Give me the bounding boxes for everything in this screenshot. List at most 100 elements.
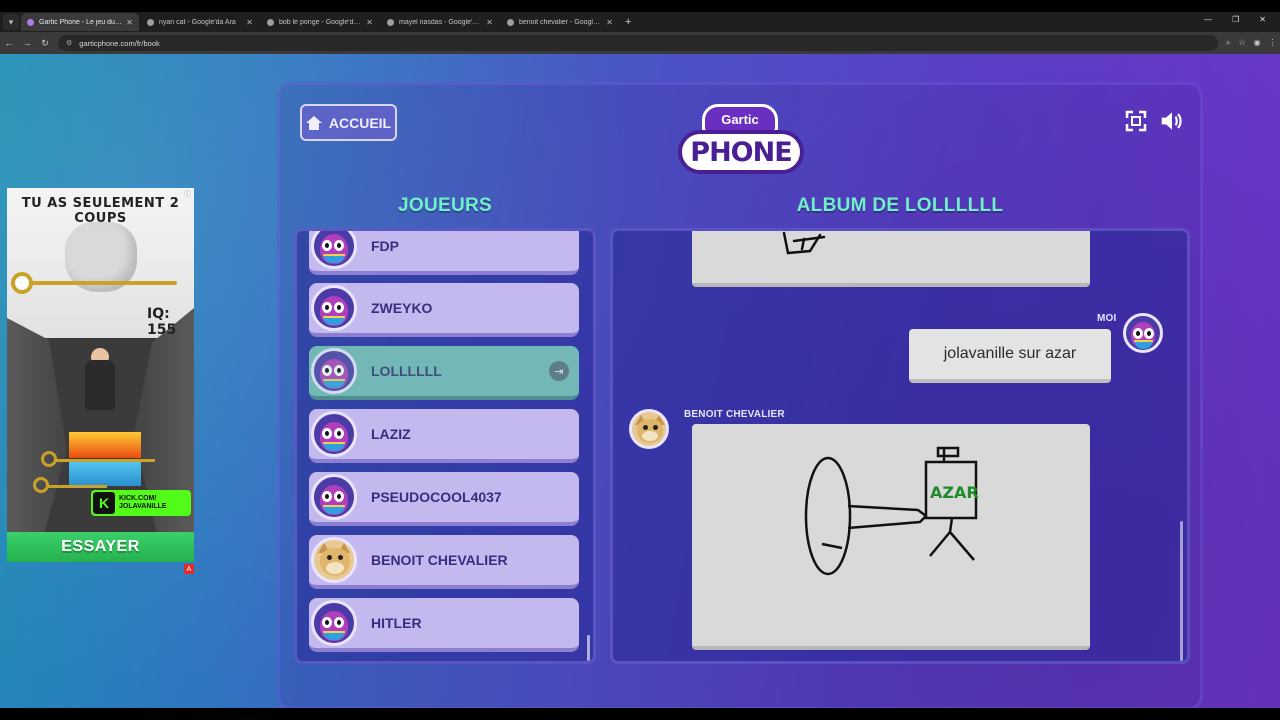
drawing-author-label: BENOIT CHEVALIER bbox=[684, 409, 785, 420]
bird-avatar-icon bbox=[311, 411, 357, 457]
reload-icon[interactable]: ↻ bbox=[36, 38, 54, 49]
ad-lava bbox=[69, 432, 141, 458]
player-item[interactable]: HITLER bbox=[309, 598, 579, 652]
player-name: LAZIZ bbox=[371, 426, 411, 442]
favicon-icon bbox=[27, 18, 34, 26]
browser-tab-2[interactable]: bob le ponge - Google'da Ara ✕ bbox=[261, 13, 379, 31]
close-window-icon[interactable]: ✕ bbox=[1259, 15, 1266, 24]
drawing-previous bbox=[782, 231, 826, 255]
tab-search-icon[interactable]: ▾ bbox=[3, 14, 19, 30]
benoit-avatar-icon bbox=[629, 409, 669, 449]
game-container: ACCUEIL Gartic PHONE JOUEURS ALBUM DE LO… bbox=[277, 82, 1203, 708]
player-name: PSEUDOCOOL4037 bbox=[371, 489, 502, 505]
browser-tab-4[interactable]: benoit chevalier - Google'da Ar ✕ bbox=[501, 13, 619, 31]
cat-avatar-icon bbox=[311, 537, 357, 583]
ad-info-icon[interactable]: ⓘ bbox=[184, 189, 191, 199]
minimize-icon[interactable]: — bbox=[1204, 15, 1212, 24]
bird-avatar-icon bbox=[311, 600, 357, 646]
tab-label: mayel nasdas - Google'da Ara bbox=[399, 18, 482, 26]
url-input[interactable]: ⚙ garticphone.com/fr/book bbox=[58, 35, 1218, 51]
players-list[interactable]: FDP ZWEYKO LOLLLLLL ⇥ LAZIZ PSEUDOCOOL40… bbox=[294, 228, 596, 664]
ad-pin-bar-2 bbox=[55, 459, 155, 462]
tab-close-icon[interactable]: ✕ bbox=[366, 18, 373, 27]
my-avatar-icon bbox=[1123, 313, 1163, 353]
player-item[interactable]: ZWEYKO bbox=[309, 283, 579, 337]
maximize-icon[interactable]: ❐ bbox=[1232, 15, 1239, 24]
my-message-bubble: jolavanille sur azar bbox=[909, 329, 1111, 383]
logo-main-text: PHONE bbox=[678, 130, 804, 174]
drawing-text: AZAR bbox=[930, 483, 979, 502]
window-controls: — ❐ ✕ bbox=[1204, 15, 1266, 24]
forward-icon[interactable]: → bbox=[18, 38, 36, 48]
bird-avatar-icon bbox=[311, 348, 357, 394]
kebab-menu-icon[interactable]: ⋮ bbox=[1269, 38, 1277, 48]
player-item-current[interactable]: LOLLLLLL ⇥ bbox=[309, 346, 579, 400]
back-icon[interactable]: ← bbox=[0, 38, 18, 48]
letterbox-top bbox=[0, 0, 1280, 12]
tab-label: Gartic Phone - Le jeu du téléph bbox=[39, 18, 123, 26]
favicon-icon bbox=[387, 18, 394, 26]
exit-icon[interactable]: ⇥ bbox=[549, 361, 569, 381]
player-name: LOLLLLLL bbox=[371, 363, 442, 379]
home-button[interactable]: ACCUEIL bbox=[300, 104, 397, 141]
album-heading: ALBUM DE LOLLLLLL bbox=[796, 195, 1004, 216]
new-tab-icon[interactable]: + bbox=[625, 16, 631, 28]
browser-tab-bar: ▾ Gartic Phone - Le jeu du téléph ✕ nyan… bbox=[0, 12, 1280, 32]
tab-close-icon[interactable]: ✕ bbox=[126, 18, 133, 27]
ad-kick-line-1: KICK.COM/ bbox=[119, 495, 157, 502]
ad-choices-icon[interactable]: A bbox=[184, 564, 194, 574]
site-info-icon[interactable]: ⚙ bbox=[66, 39, 72, 47]
player-name: BENOIT CHEVALIER bbox=[371, 552, 508, 568]
ad-pin-bar-3 bbox=[47, 485, 107, 488]
browser-tab-3[interactable]: mayel nasdas - Google'da Ara ✕ bbox=[381, 13, 499, 31]
drawing-card-previous bbox=[692, 231, 1090, 287]
zoom-icon[interactable]: ⌕ bbox=[1226, 38, 1230, 48]
album-scrollbar[interactable] bbox=[1180, 521, 1183, 661]
browser-tab-0[interactable]: Gartic Phone - Le jeu du téléph ✕ bbox=[21, 13, 139, 31]
my-label: MOI bbox=[1097, 313, 1117, 324]
tab-close-icon[interactable]: ✕ bbox=[246, 18, 253, 27]
profile-icon[interactable]: ◉ bbox=[1254, 38, 1261, 48]
speaker-icon[interactable] bbox=[1160, 109, 1184, 133]
player-item[interactable]: BENOIT CHEVALIER bbox=[309, 535, 579, 589]
game-controls bbox=[1124, 109, 1184, 133]
tab-close-icon[interactable]: ✕ bbox=[606, 18, 613, 27]
favicon-icon bbox=[507, 18, 514, 26]
bookmark-star-icon[interactable]: ☆ bbox=[1238, 38, 1245, 48]
browser-address-bar: ← → ↻ ⚙ garticphone.com/fr/book ⌕ ☆ ◉ ⋮ bbox=[0, 32, 1280, 54]
advertisement[interactable]: TU AS SEULEMENT 2 COUPS ⓘ IQ: 155 K KICK… bbox=[7, 188, 194, 562]
bird-avatar-icon bbox=[311, 474, 357, 520]
player-name: ZWEYKO bbox=[371, 300, 433, 316]
ad-kick-banner[interactable]: K KICK.COM/ JOLAVANILLE bbox=[91, 490, 191, 516]
letterbox-bottom bbox=[0, 708, 1280, 720]
url-text: garticphone.com/fr/book bbox=[79, 38, 160, 48]
favicon-icon bbox=[147, 18, 154, 26]
ad-pin-ring-2-icon bbox=[41, 451, 57, 467]
fullscreen-icon[interactable] bbox=[1124, 109, 1148, 133]
gartic-page: TU AS SEULEMENT 2 COUPS ⓘ IQ: 155 K KICK… bbox=[0, 54, 1280, 708]
home-button-label: ACCUEIL bbox=[328, 114, 392, 131]
home-icon bbox=[305, 115, 322, 130]
player-item[interactable]: LAZIZ bbox=[309, 409, 579, 463]
ad-rock-left bbox=[7, 318, 67, 538]
player-name: HITLER bbox=[371, 615, 422, 631]
players-scrollbar[interactable] bbox=[587, 635, 590, 661]
player-item[interactable]: FDP bbox=[309, 231, 579, 275]
ad-kick-text: KICK.COM/ JOLAVANILLE bbox=[119, 495, 167, 511]
ad-water bbox=[69, 460, 141, 486]
address-actions: ⌕ ☆ ◉ ⋮ bbox=[1226, 38, 1277, 48]
player-item[interactable]: PSEUDOCOOL4037 bbox=[309, 472, 579, 526]
drawing-canvas: AZAR bbox=[804, 446, 979, 576]
ad-cta-button[interactable]: ESSAYER bbox=[7, 532, 194, 562]
ad-pin-ring-icon bbox=[11, 272, 33, 294]
bird-avatar-icon bbox=[311, 285, 357, 331]
album-feed[interactable]: MOI jolavanille sur azar BENOIT CHEVALIE… bbox=[610, 228, 1190, 664]
tab-label: bob le ponge - Google'da Ara bbox=[279, 18, 363, 26]
kick-logo-icon: K bbox=[93, 492, 115, 514]
player-name: FDP bbox=[371, 238, 399, 254]
ad-iq-text: IQ: 155 bbox=[147, 306, 177, 338]
tab-close-icon[interactable]: ✕ bbox=[486, 18, 493, 27]
browser-tab-1[interactable]: nyan cat - Google'da Ara ✕ bbox=[141, 13, 259, 31]
gartic-phone-logo: Gartic PHONE bbox=[678, 100, 804, 180]
tab-label: nyan cat - Google'da Ara bbox=[159, 18, 236, 26]
